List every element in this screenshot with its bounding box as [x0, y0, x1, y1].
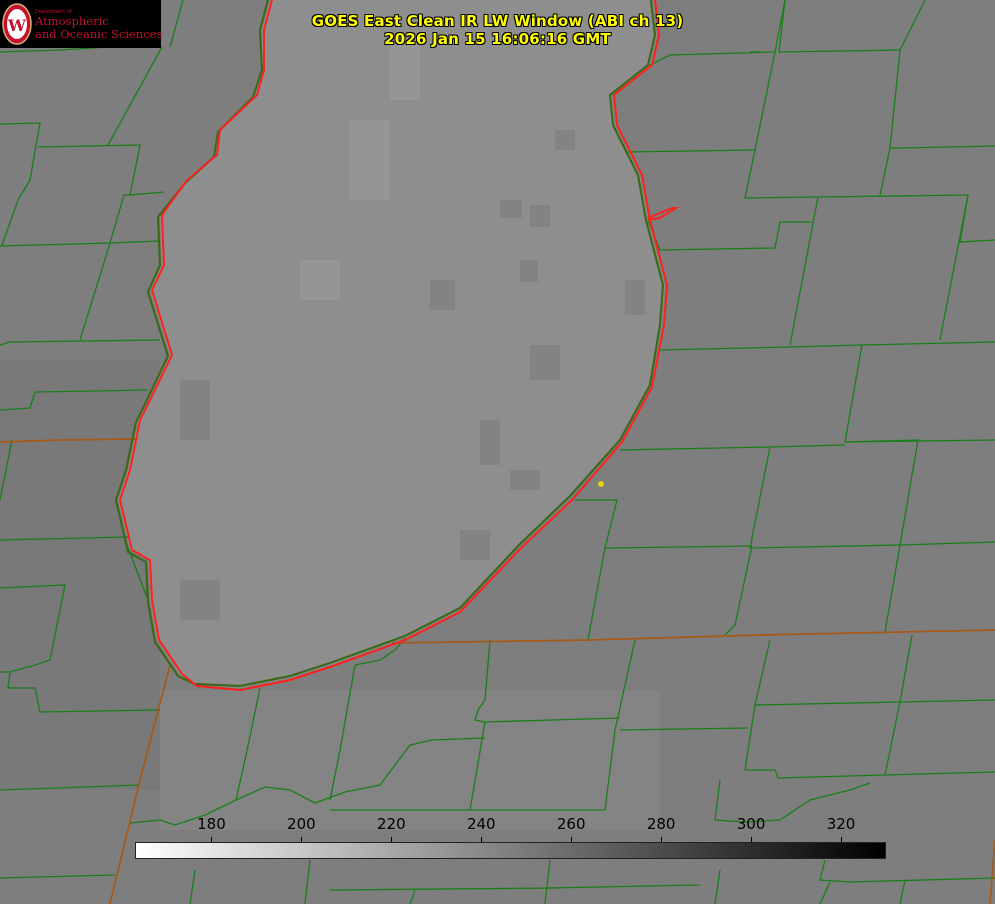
map-timestamp: 2026 Jan 15 16:06:16 GMT: [384, 30, 611, 48]
colorbar-tick-label: 320: [826, 815, 856, 833]
colorbar-tick-label: 240: [466, 815, 496, 833]
colorbar-tick-label: 180: [197, 815, 226, 833]
colorbar-tick-label: 200: [287, 815, 316, 833]
colorbar-tick-label: 280: [646, 815, 676, 833]
land-shade-south: [160, 690, 660, 830]
satellite-map: [0, 0, 995, 904]
colorbar-tick-label: 220: [377, 815, 406, 833]
colorbar: [135, 842, 886, 859]
location-marker: [598, 481, 604, 487]
map-title: GOES East Clean IR LW Window (ABI ch 13): [311, 12, 684, 30]
colorbar-tick-label: 260: [556, 815, 586, 833]
colorbar-tick-label: 300: [736, 815, 766, 833]
